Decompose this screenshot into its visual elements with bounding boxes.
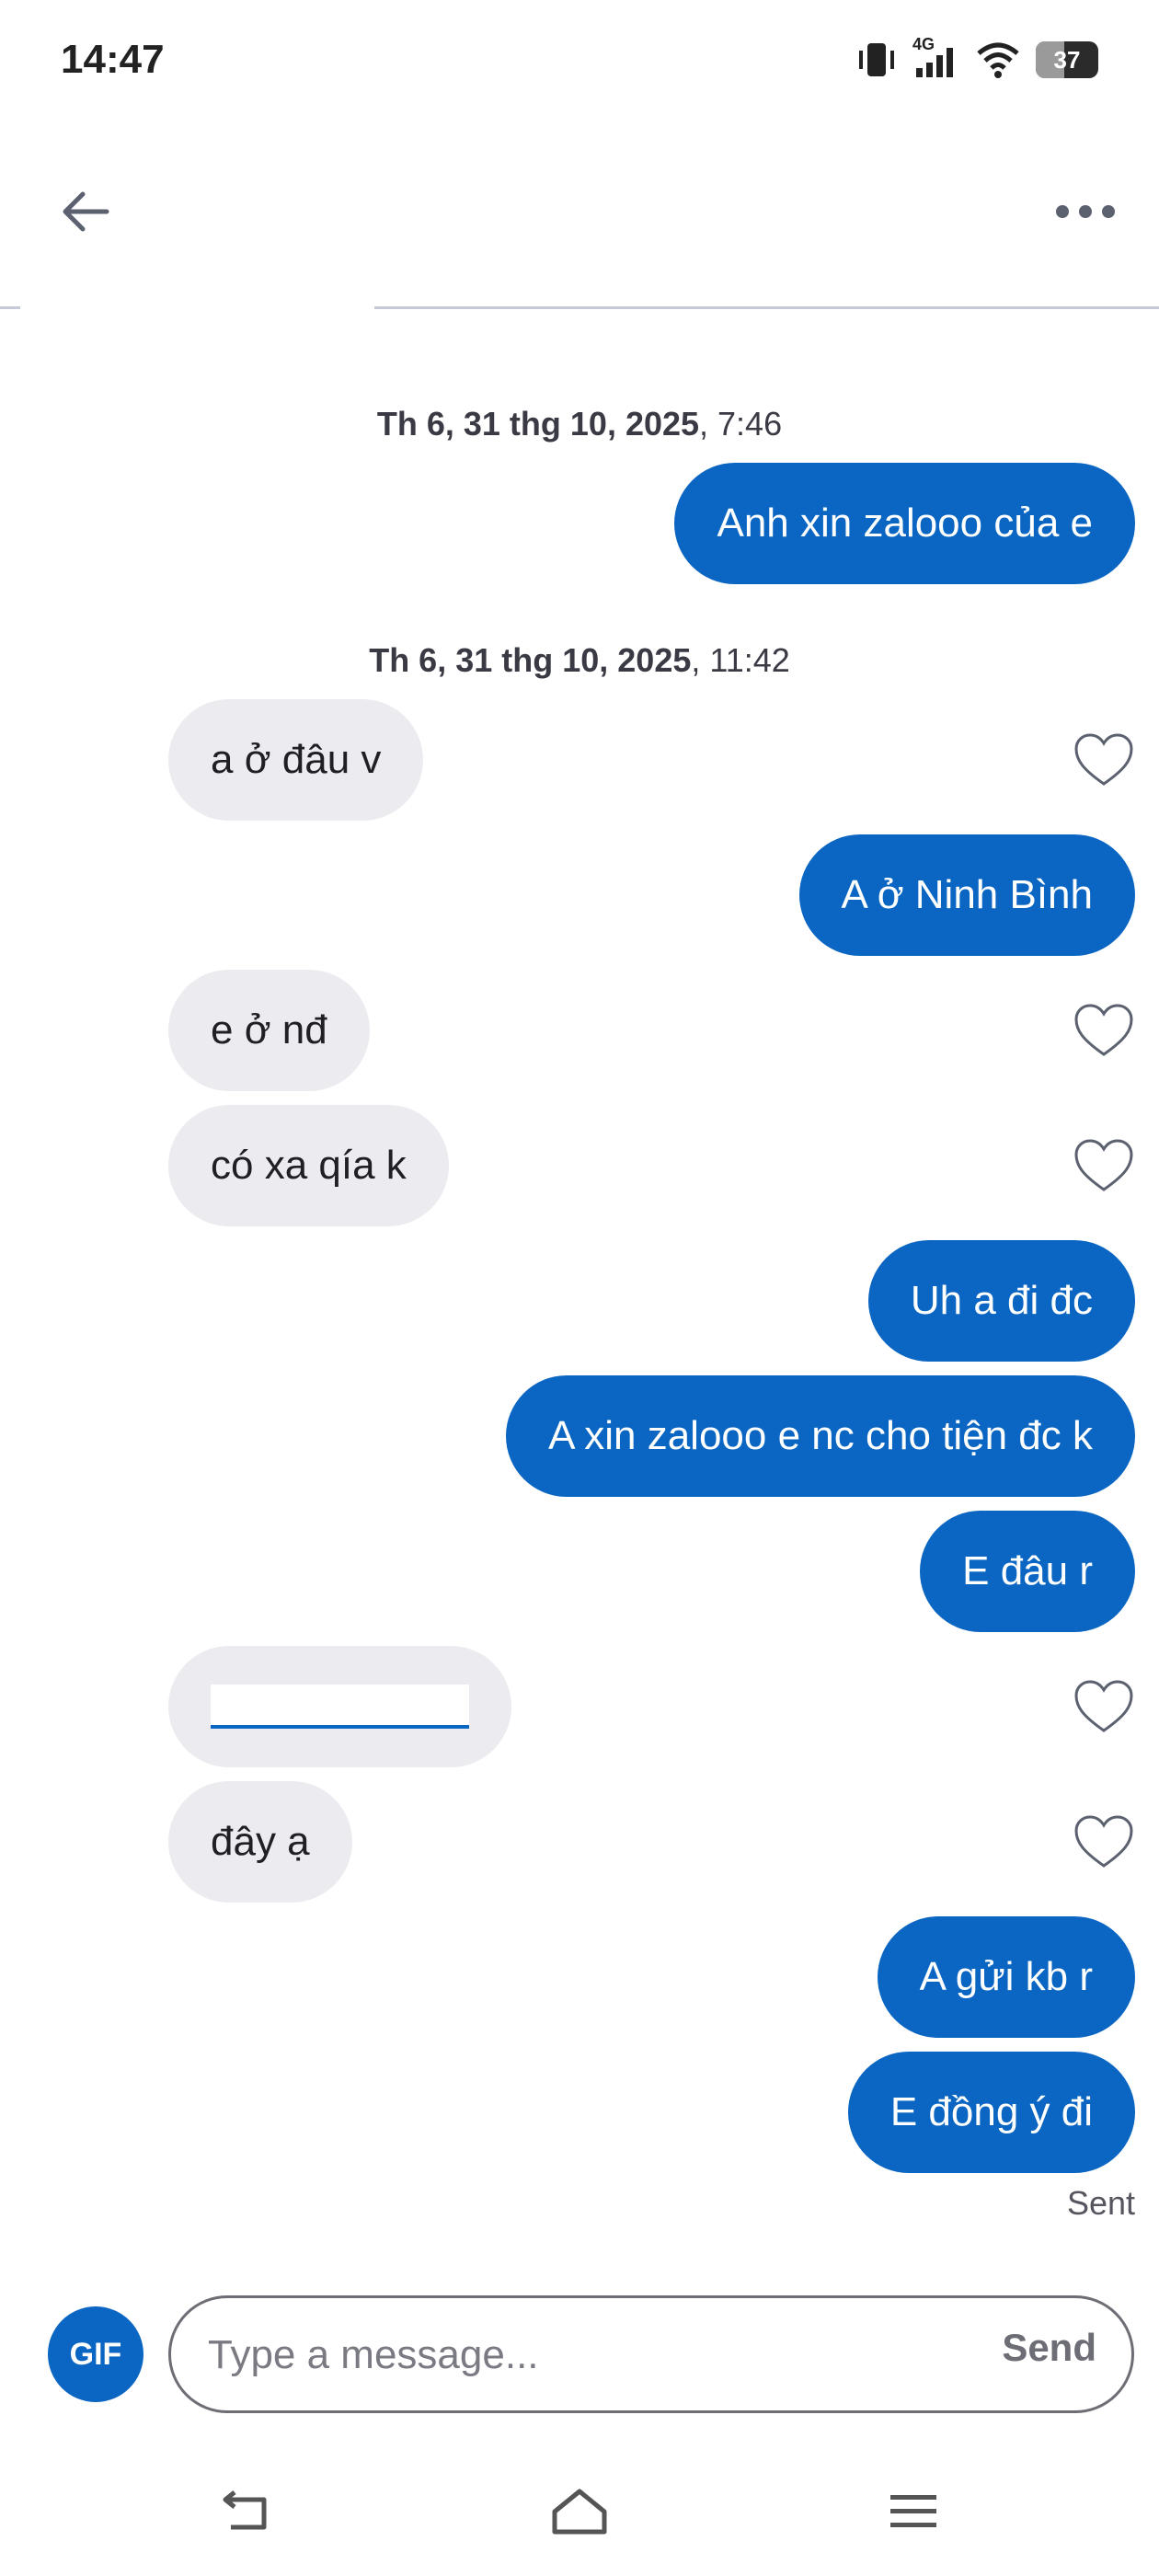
like-button[interactable]: [1072, 1136, 1136, 1195]
heart-icon: [1074, 1004, 1133, 1056]
battery-icon: 37: [1036, 41, 1098, 78]
back-button[interactable]: [48, 175, 121, 248]
message-text: E đồng ý đi: [889, 2089, 1093, 2134]
message-text: Uh a đi đc: [910, 1278, 1093, 1323]
more-horizontal-icon: [1056, 205, 1115, 218]
outgoing-message[interactable]: E đâu r: [920, 1511, 1135, 1632]
send-button[interactable]: Send: [1002, 2326, 1096, 2370]
status-bar: 14:47 4G 37: [0, 0, 1159, 120]
heart-icon: [1074, 1680, 1133, 1732]
cellular-signal-icon: 4G: [912, 35, 960, 81]
incoming-link-message[interactable]: [168, 1646, 511, 1767]
home-icon: [552, 2489, 607, 2535]
heart-icon: [1074, 733, 1133, 786]
incoming-message[interactable]: đây ạ: [168, 1781, 352, 1903]
message-text: a ở đâu v: [211, 737, 382, 782]
message-text: A xin zalooo e nc cho tiện đc k: [548, 1413, 1093, 1458]
shared-link-preview[interactable]: [211, 1685, 469, 1729]
wifi-icon: [977, 42, 1019, 78]
like-button[interactable]: [1072, 1677, 1136, 1736]
outgoing-message[interactable]: A gửi kb r: [877, 1916, 1135, 2038]
date-separator: Th 6, 31 thg 10, 2025, 7:46: [376, 405, 783, 443]
nav-home-button[interactable]: [538, 2475, 621, 2548]
heart-icon: [1074, 1139, 1133, 1191]
delivery-status: Sent: [1066, 2184, 1135, 2222]
gif-button[interactable]: GIF: [48, 2306, 143, 2402]
battery-level: 37: [1053, 45, 1081, 74]
like-button[interactable]: [1072, 1001, 1136, 1060]
system-navigation-bar: [0, 2447, 1159, 2576]
message-text: có xa qía k: [211, 1143, 407, 1188]
message-text: Anh xin zalooo của e: [717, 500, 1093, 546]
incoming-message[interactable]: có xa qía k: [168, 1105, 449, 1226]
like-button[interactable]: [1072, 730, 1136, 789]
like-button[interactable]: [1072, 1812, 1136, 1871]
incoming-message[interactable]: a ở đâu v: [168, 699, 424, 821]
outgoing-message[interactable]: E đồng ý đi: [847, 2052, 1135, 2173]
status-time: 14:47: [61, 37, 165, 82]
message-text: A gửi kb r: [919, 1954, 1093, 1999]
message-composer: GIF Send: [0, 2282, 1159, 2429]
outgoing-message[interactable]: A ở Ninh Bình: [798, 834, 1135, 956]
more-options-button[interactable]: [1049, 175, 1122, 248]
outgoing-message[interactable]: Anh xin zalooo của e: [674, 463, 1135, 584]
message-text: đây ạ: [211, 1819, 310, 1864]
outgoing-message[interactable]: Uh a đi đc: [867, 1240, 1135, 1362]
vibrate-icon: [859, 43, 894, 76]
message-text: E đâu r: [962, 1548, 1093, 1593]
message-text: e ở nđ: [211, 1007, 327, 1052]
nav-recents-button[interactable]: [872, 2475, 955, 2548]
message-input-container: Send: [168, 2295, 1134, 2413]
conversation-header: [0, 120, 1159, 308]
heart-icon: [1074, 1815, 1133, 1868]
nav-back-icon: [223, 2490, 267, 2530]
message-text: A ở Ninh Bình: [841, 872, 1093, 917]
arrow-left-icon: [63, 191, 109, 232]
date-separator: Th 6, 31 thg 10, 2025, 11:42: [369, 641, 790, 679]
incoming-message[interactable]: e ở nđ: [168, 970, 370, 1091]
outgoing-message[interactable]: A xin zalooo e nc cho tiện đc k: [506, 1375, 1135, 1497]
nav-back-button[interactable]: [204, 2475, 287, 2548]
menu-icon: [890, 2495, 936, 2527]
message-input[interactable]: [206, 2318, 964, 2392]
status-icons: 4G 37: [855, 35, 1098, 83]
